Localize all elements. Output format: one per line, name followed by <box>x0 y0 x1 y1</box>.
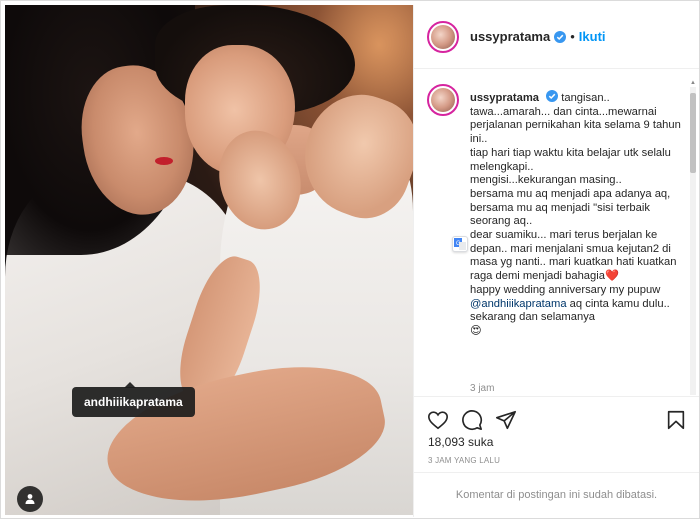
user-tag-icon <box>25 494 35 504</box>
like-button[interactable] <box>427 409 449 431</box>
heart-icon <box>428 411 448 430</box>
scrollbar-thumb[interactable] <box>690 93 696 173</box>
follow-button[interactable]: Ikuti <box>579 29 606 44</box>
translate-icon[interactable]: G <box>452 236 468 252</box>
caption-body: tangisan.. tawa...amarah... dan cinta...… <box>470 92 681 296</box>
caption-area: ussypratama tangisan.. tawa...amarah... … <box>414 70 699 395</box>
caption-mention-link[interactable]: @andhiiikapratama <box>470 298 567 310</box>
like-count[interactable]: 18,093 suka <box>428 435 493 449</box>
comment-icon <box>462 410 483 431</box>
author-username[interactable]: ussypratama <box>470 29 550 44</box>
comments-disabled-notice: Komentar di postingan ini sudah dibatasi… <box>414 472 699 517</box>
post-header: ussypratama • Ikuti <box>414 5 699 69</box>
save-button[interactable] <box>665 409 687 431</box>
verified-badge-icon <box>554 30 567 43</box>
post-photo[interactable]: andhiiikapratama <box>5 5 413 515</box>
caption-text: ussypratama tangisan.. tawa...amarah... … <box>470 90 685 339</box>
caption-username[interactable]: ussypratama <box>470 92 539 104</box>
author-avatar[interactable] <box>427 20 459 53</box>
photo-woman-lips <box>155 157 173 165</box>
caption-timestamp: 3 jam <box>470 383 495 394</box>
caption-author-avatar[interactable] <box>427 84 459 116</box>
comment-button[interactable] <box>461 409 483 431</box>
share-icon <box>496 410 516 430</box>
scrollbar-up-arrow[interactable]: ▲ <box>690 79 696 87</box>
header-separator: • <box>570 29 575 44</box>
share-button[interactable] <box>495 409 517 431</box>
user-tag-button[interactable] <box>17 486 43 512</box>
caption-scrollbar[interactable] <box>690 87 696 395</box>
verified-badge-icon <box>546 90 559 102</box>
photo-user-tag-bubble[interactable]: andhiiikapratama <box>72 382 195 417</box>
post-timestamp[interactable]: 3 JAM YANG LALU <box>428 456 500 465</box>
bookmark-icon <box>667 410 685 430</box>
post-dialog: andhiiikapratama ussypratama • Ikuti uss… <box>0 0 700 519</box>
post-side-panel: ussypratama • Ikuti ussypratama tangisan… <box>413 5 699 517</box>
